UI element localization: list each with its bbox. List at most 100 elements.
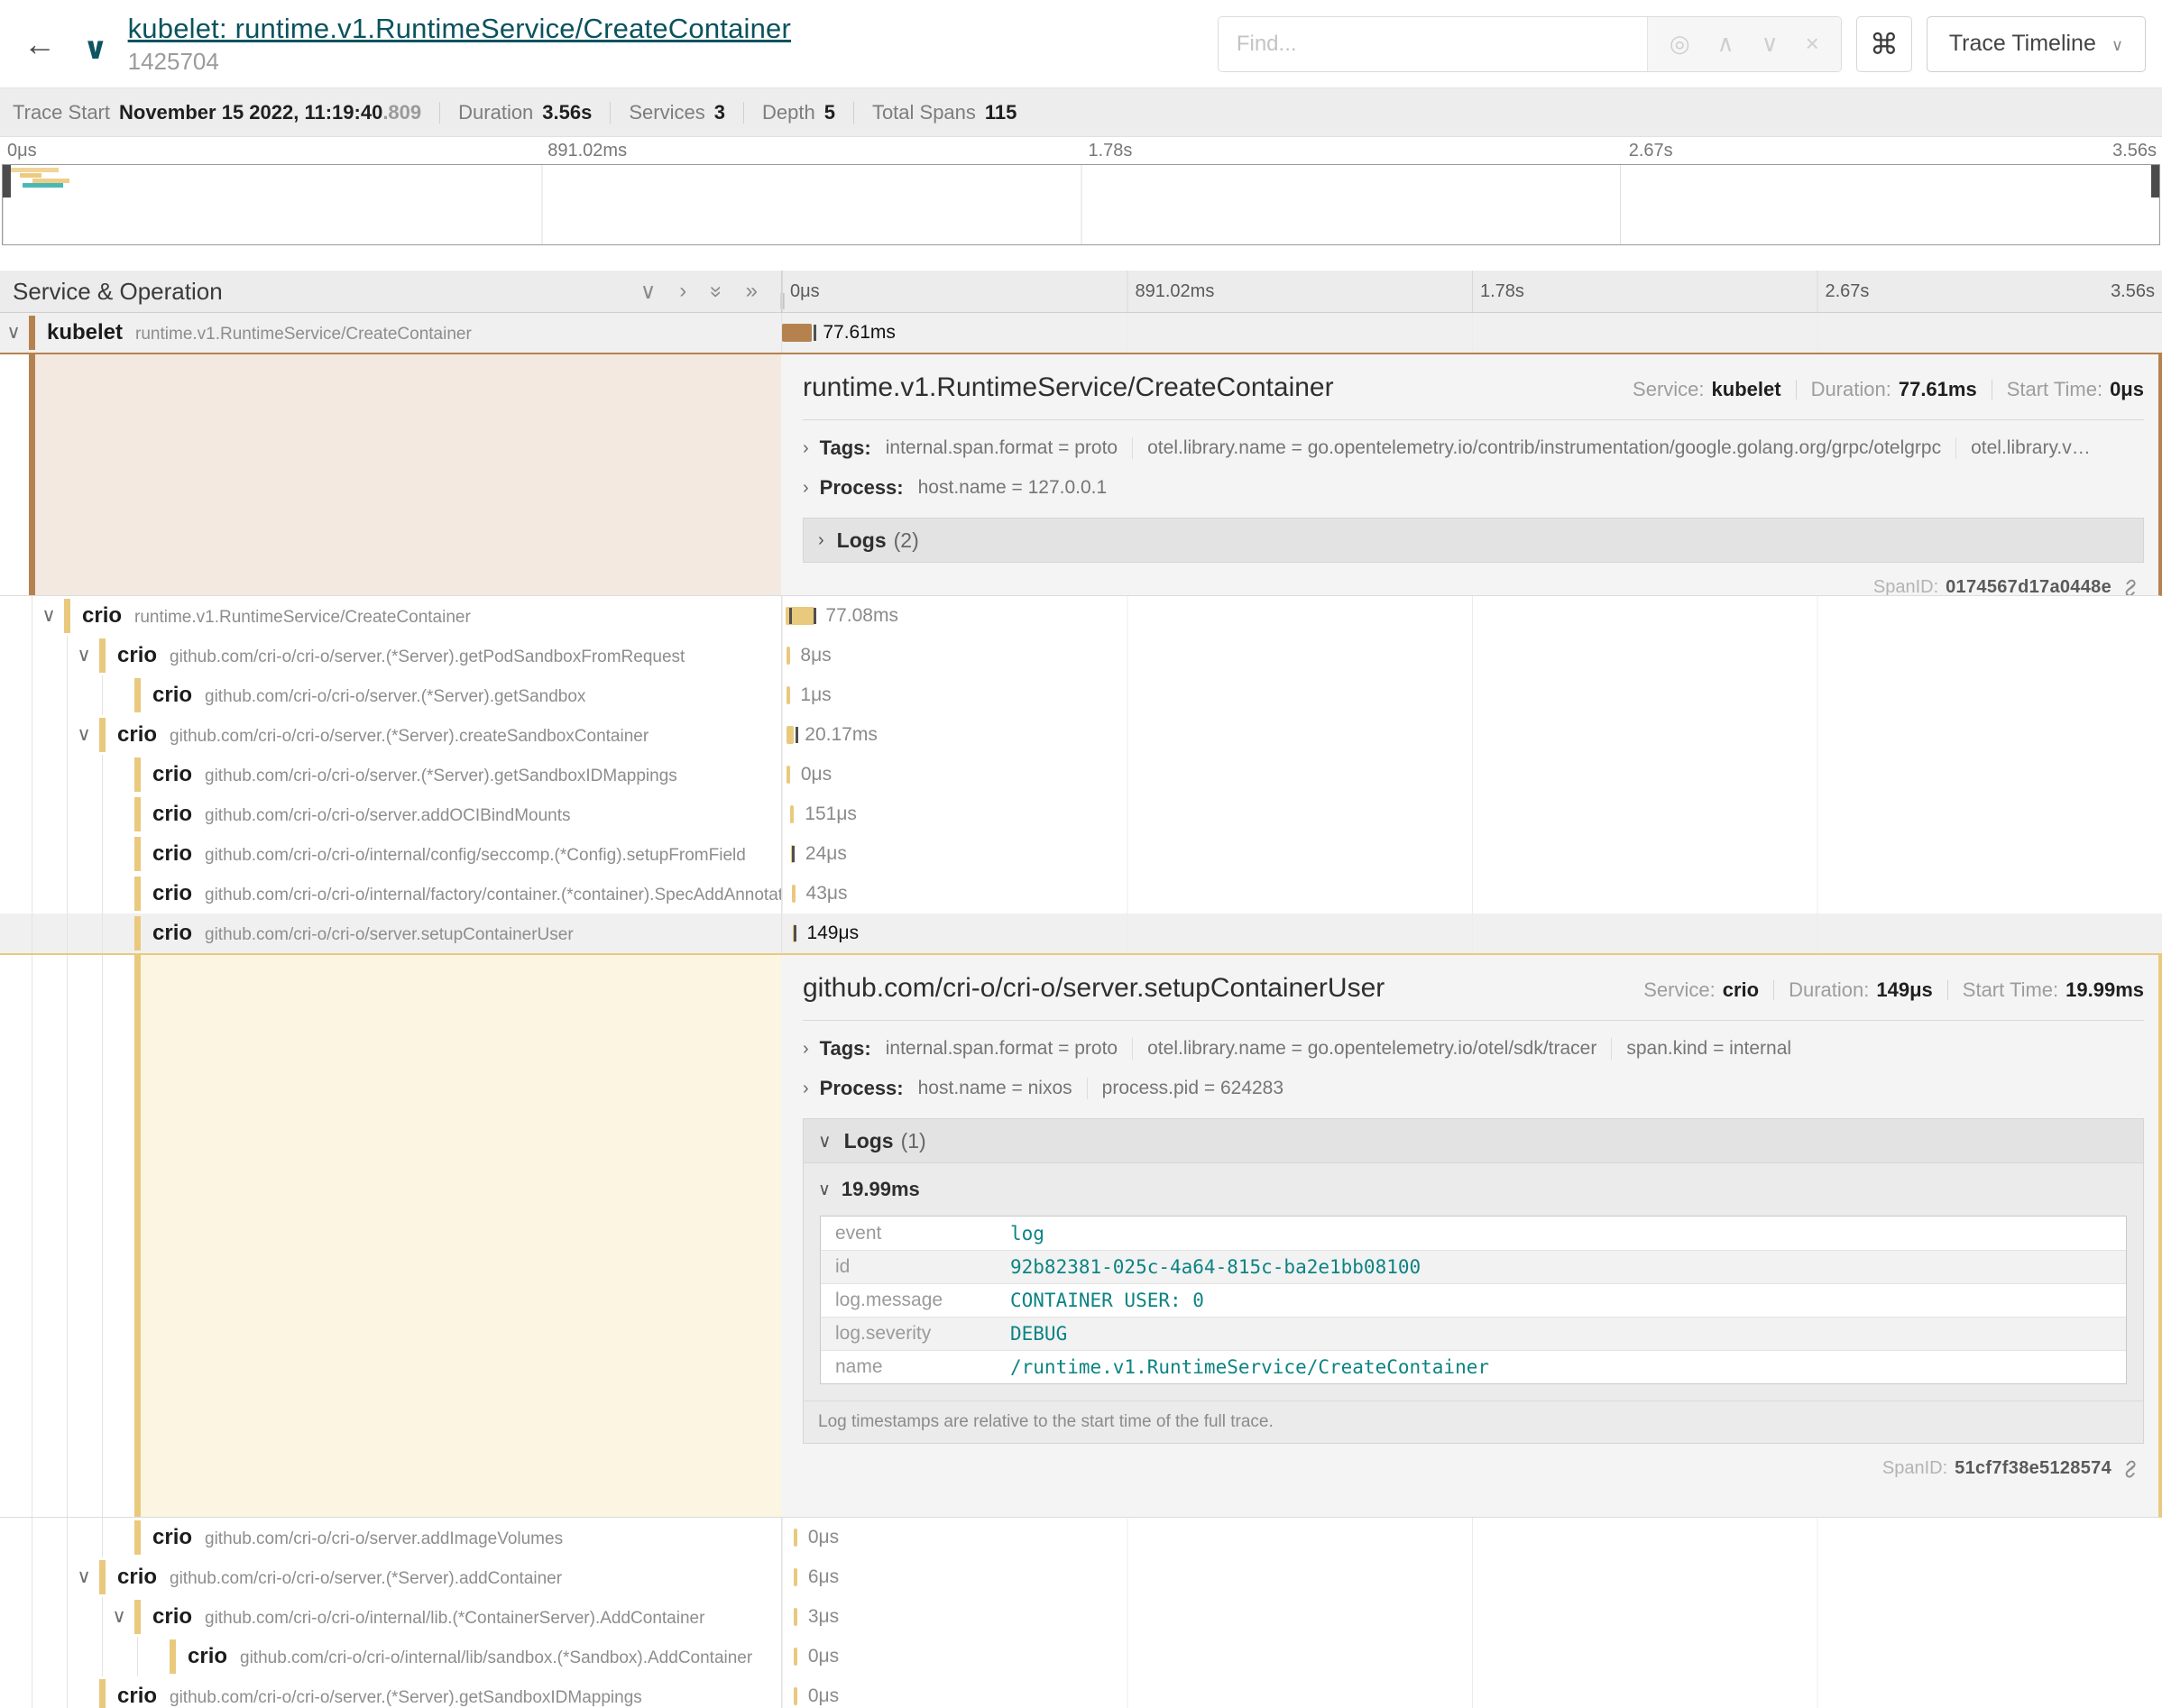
span-name-cell[interactable]: ∨criogithub.com/cri-o/cri-o/server.(*Ser… [0, 1557, 781, 1597]
logs-toggle[interactable]: ∨Logs(1) [803, 1118, 2144, 1163]
span-duration-bar[interactable] [792, 885, 796, 903]
span-row[interactable]: criogithub.com/cri-o/cri-o/server.setupC… [0, 914, 2162, 953]
span-timeline-cell[interactable]: 24μs [781, 834, 2162, 874]
expand-all-icon[interactable]: » [746, 279, 758, 305]
span-collapse-chevron-icon[interactable]: ∨ [39, 604, 59, 627]
span-name-cell[interactable]: criogithub.com/cri-o/cri-o/server.(*Serv… [0, 1676, 781, 1708]
span-detail-row: github.com/cri-o/cri-o/server.setupConta… [0, 953, 2162, 1518]
span-timeline-cell[interactable]: 0μs [781, 1676, 2162, 1708]
span-duration-bar[interactable] [787, 647, 790, 665]
span-duration-bar[interactable] [794, 1568, 797, 1586]
tags-toggle[interactable]: ›Tags:internal.span.format = protootel.l… [803, 436, 2144, 460]
span-name-cell[interactable]: ∨criogithub.com/cri-o/cri-o/server.(*Ser… [0, 636, 781, 675]
span-duration-bar[interactable] [787, 686, 790, 704]
collapse-all-icon[interactable]: » [703, 285, 729, 297]
span-name-cell[interactable]: ∨criogithub.com/cri-o/cri-o/server.(*Ser… [0, 715, 781, 755]
span-row[interactable]: ∨criogithub.com/cri-o/cri-o/internal/lib… [0, 1597, 2162, 1637]
service-name-text: crio [152, 841, 192, 866]
find-input[interactable] [1219, 17, 1647, 71]
span-timeline-cell[interactable]: 6μs [781, 1557, 2162, 1597]
back-button[interactable]: ← [13, 25, 67, 63]
span-row[interactable]: ∨criogithub.com/cri-o/cri-o/server.(*Ser… [0, 715, 2162, 755]
indent-guide [67, 1637, 68, 1676]
span-timeline-cell[interactable]: 0μs [781, 755, 2162, 794]
span-row[interactable]: ∨criogithub.com/cri-o/cri-o/server.(*Ser… [0, 636, 2162, 675]
span-collapse-chevron-icon[interactable]: ∨ [4, 321, 23, 344]
span-row[interactable]: ∨kubeletruntime.v1.RuntimeService/Create… [0, 313, 2162, 353]
keyboard-shortcuts-button[interactable]: ⌘ [1856, 16, 1912, 72]
span-row[interactable]: criogithub.com/cri-o/cri-o/server.addIma… [0, 1518, 2162, 1557]
logs-label: Logs [844, 1129, 894, 1153]
span-timeline-cell[interactable]: 20.17ms [781, 715, 2162, 755]
span-name-cell[interactable]: criogithub.com/cri-o/cri-o/server.addIma… [0, 1518, 781, 1557]
deep-link-icon[interactable] [2121, 578, 2140, 597]
trace-header-collapse-chevron-icon[interactable]: ∨ [83, 31, 108, 67]
span-timeline-cell[interactable]: 151μs [781, 794, 2162, 834]
expand-one-icon[interactable]: › [679, 279, 686, 305]
span-timeline-cell[interactable]: 0μs [781, 1637, 2162, 1676]
process-label: Process: [820, 476, 904, 500]
service-color-bar [134, 758, 141, 792]
summary-value: 115 [985, 101, 1017, 124]
process-toggle[interactable]: ›Process:host.name = nixosprocess.pid = … [803, 1077, 2144, 1100]
span-row[interactable]: criogithub.com/cri-o/cri-o/server.(*Serv… [0, 675, 2162, 715]
span-name-cell[interactable]: criogithub.com/cri-o/cri-o/server.setupC… [0, 914, 781, 953]
span-name-cell[interactable]: ∨crioruntime.v1.RuntimeService/CreateCon… [0, 596, 781, 636]
find-clear-icon[interactable]: × [1806, 30, 1819, 58]
log-entry-toggle[interactable]: ∨19.99ms [804, 1163, 2143, 1210]
tags-toggle[interactable]: ›Tags:internal.span.format = protootel.l… [803, 1037, 2144, 1061]
span-timeline-cell[interactable]: 1μs [781, 675, 2162, 715]
summary-label: Services [629, 101, 704, 124]
locate-icon[interactable]: ◎ [1670, 30, 1690, 58]
span-name-cell[interactable]: criogithub.com/cri-o/cri-o/server.(*Serv… [0, 675, 781, 715]
span-duration-bar[interactable] [790, 805, 794, 823]
span-timeline-cell[interactable]: 77.61ms [781, 313, 2162, 353]
span-timeline-cell[interactable]: 43μs [781, 874, 2162, 914]
span-timeline-cell[interactable]: 3μs [781, 1597, 2162, 1637]
span-duration-bar[interactable] [782, 324, 812, 342]
span-name-cell[interactable]: criogithub.com/cri-o/cri-o/internal/fact… [0, 874, 781, 914]
span-duration-bar[interactable] [787, 726, 795, 744]
minimap-right-handle[interactable] [2151, 165, 2159, 197]
span-timeline-cell[interactable]: 0μs [781, 1518, 2162, 1557]
minimap-canvas[interactable] [2, 164, 2160, 245]
span-name-cell[interactable]: criogithub.com/cri-o/cri-o/internal/conf… [0, 834, 781, 874]
span-duration-bar[interactable] [794, 1608, 797, 1626]
span-collapse-chevron-icon[interactable]: ∨ [74, 644, 94, 666]
collapse-one-icon[interactable]: ∨ [640, 279, 657, 305]
span-row[interactable]: ∨criogithub.com/cri-o/cri-o/server.(*Ser… [0, 1557, 2162, 1597]
trace-title-link[interactable]: kubelet: runtime.v1.RuntimeService/Creat… [128, 13, 791, 44]
span-row[interactable]: criogithub.com/cri-o/cri-o/server.addOCI… [0, 794, 2162, 834]
span-name-cell[interactable]: criogithub.com/cri-o/cri-o/server.(*Serv… [0, 755, 781, 794]
span-duration-bar[interactable] [794, 1687, 797, 1705]
span-timeline-cell[interactable]: 8μs [781, 636, 2162, 675]
span-detail-card: runtime.v1.RuntimeService/CreateContaine… [781, 354, 2158, 595]
span-duration-bar[interactable] [787, 766, 790, 784]
span-row[interactable]: criogithub.com/cri-o/cri-o/server.(*Serv… [0, 755, 2162, 794]
span-name-cell[interactable]: ∨criogithub.com/cri-o/cri-o/internal/lib… [0, 1597, 781, 1637]
span-collapse-chevron-icon[interactable]: ∨ [109, 1605, 129, 1628]
span-name-cell[interactable]: ∨kubeletruntime.v1.RuntimeService/Create… [0, 313, 781, 353]
deep-link-icon[interactable] [2121, 1459, 2140, 1479]
span-collapse-chevron-icon[interactable]: ∨ [74, 1566, 94, 1588]
span-duration-bar[interactable] [794, 1529, 797, 1547]
span-timeline-cell[interactable]: 149μs [781, 914, 2162, 953]
span-duration-label: 149μs [806, 923, 859, 944]
span-timeline-cell[interactable]: 77.08ms [781, 596, 2162, 636]
span-name-cell[interactable]: criogithub.com/cri-o/cri-o/internal/lib/… [0, 1637, 781, 1676]
span-row[interactable]: criogithub.com/cri-o/cri-o/internal/conf… [0, 834, 2162, 874]
process-toggle[interactable]: ›Process:host.name = 127.0.0.1 [803, 476, 2144, 500]
minimap-left-handle[interactable] [3, 165, 11, 197]
span-collapse-chevron-icon[interactable]: ∨ [74, 723, 94, 746]
find-next-icon[interactable]: ∨ [1762, 30, 1779, 58]
trace-view-selector[interactable]: Trace Timeline ∨ [1927, 16, 2146, 72]
span-name-cell[interactable]: criogithub.com/cri-o/cri-o/server.addOCI… [0, 794, 781, 834]
span-row[interactable]: criogithub.com/cri-o/cri-o/internal/lib/… [0, 1637, 2162, 1676]
span-duration-bar[interactable] [794, 1648, 797, 1666]
span-row[interactable]: ∨crioruntime.v1.RuntimeService/CreateCon… [0, 596, 2162, 636]
span-row[interactable]: criogithub.com/cri-o/cri-o/internal/fact… [0, 874, 2162, 914]
logs-toggle[interactable]: ›Logs(2) [803, 518, 2144, 563]
meta-label: Start Time: [1963, 978, 2058, 1002]
find-prev-icon[interactable]: ∧ [1717, 30, 1734, 58]
span-row[interactable]: criogithub.com/cri-o/cri-o/server.(*Serv… [0, 1676, 2162, 1708]
